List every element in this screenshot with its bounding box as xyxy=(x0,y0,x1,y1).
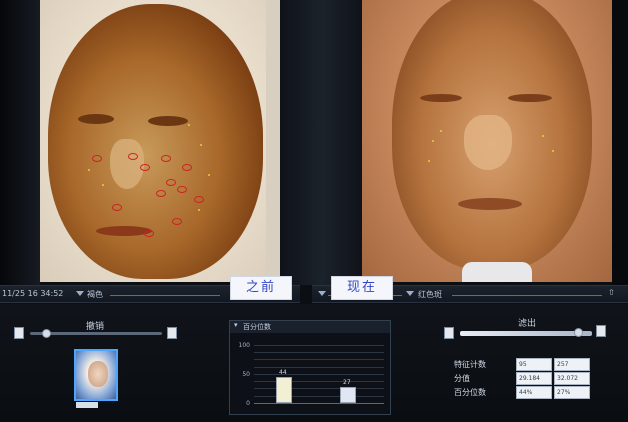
filter-slider-knob[interactable] xyxy=(574,328,583,337)
grid-line xyxy=(254,388,384,389)
upload-icon[interactable]: ⇧ xyxy=(608,288,615,297)
grid-line xyxy=(254,367,384,368)
left-eye xyxy=(420,94,462,102)
now-face-scan xyxy=(392,0,592,270)
nose xyxy=(464,115,512,170)
thumbnail-face xyxy=(88,361,108,387)
stats-value-before: 95 xyxy=(516,358,552,371)
pigment-speck xyxy=(188,124,190,126)
chart-collapse-icon[interactable]: ▾ xyxy=(234,321,238,329)
before-caption: 之前 xyxy=(230,276,292,300)
grid-line xyxy=(254,403,384,404)
grid-line xyxy=(254,396,384,397)
chart-bar xyxy=(340,387,356,403)
spot-marker xyxy=(112,204,122,211)
chart-bar-value-label: 44 xyxy=(279,369,287,376)
stats-row: 特征计数 95 257 xyxy=(448,358,594,371)
now-image-panel xyxy=(362,0,612,282)
pigment-speck xyxy=(432,140,434,142)
y-tick-label: 0 xyxy=(246,400,250,407)
mode-dropdown-arrow-icon[interactable] xyxy=(406,291,414,296)
stats-row: 分值 29.184 32.072 xyxy=(448,372,594,385)
grid-line xyxy=(254,345,384,346)
slider-end-icon[interactable] xyxy=(596,325,606,337)
pigment-speck xyxy=(208,174,210,176)
percentile-chart: ▾ 百分位数 100 50 0 44 27 xyxy=(229,320,391,415)
spot-marker xyxy=(161,155,171,162)
screen: 11/25 16 34:52 褐色 红色斑 ⇧ 之前 现在 撤销 ▾ 百分位数 … xyxy=(0,0,628,422)
stats-value-before: 29.184 xyxy=(516,372,552,385)
y-tick-label: 50 xyxy=(242,371,250,378)
mode-dropdown-arrow-icon[interactable] xyxy=(76,291,84,296)
pigment-speck xyxy=(200,144,202,146)
left-mode-select[interactable]: 褐色 xyxy=(87,289,103,300)
filter-slider-track[interactable] xyxy=(460,331,592,336)
y-tick-label: 100 xyxy=(238,342,250,349)
stats-row: 百分位数 44% 27% xyxy=(448,386,594,399)
now-caption: 现在 xyxy=(331,276,393,300)
pigment-speck xyxy=(198,209,200,211)
grid-line xyxy=(254,381,384,382)
stats-value-now: 32.072 xyxy=(554,372,590,385)
chart-bar xyxy=(276,377,292,403)
spot-marker xyxy=(194,196,204,203)
thumbnail-caption-bar xyxy=(76,402,98,408)
monitor-bezel-middle xyxy=(279,0,365,285)
pigment-speck xyxy=(102,184,104,186)
collapse-arrow-icon[interactable] xyxy=(318,291,326,296)
slider-end-icon[interactable] xyxy=(167,327,177,339)
filter-label: 滤出 xyxy=(518,319,537,329)
pigment-speck xyxy=(88,169,90,171)
stats-value-now: 27% xyxy=(554,386,590,399)
stats-label: 百分位数 xyxy=(454,388,486,397)
before-image-backdrop xyxy=(266,0,280,282)
chart-bar-value-label: 27 xyxy=(343,379,351,386)
pigment-speck xyxy=(428,160,430,162)
mouth xyxy=(458,198,522,210)
monitor-bezel-left xyxy=(0,0,40,285)
spot-marker xyxy=(182,164,192,171)
toolbar-divider xyxy=(110,295,220,296)
stats-value-before: 44% xyxy=(516,386,552,399)
grid-line xyxy=(254,352,384,353)
right-mode-select[interactable]: 红色斑 xyxy=(418,289,442,300)
spot-marker xyxy=(128,153,138,160)
headrest xyxy=(462,262,532,282)
opacity-slider-knob[interactable] xyxy=(42,329,51,338)
spot-marker xyxy=(166,179,176,186)
pigment-speck xyxy=(552,150,554,152)
spot-marker xyxy=(140,164,150,171)
left-eye xyxy=(78,114,114,124)
spot-marker xyxy=(144,230,154,237)
toolbar-divider xyxy=(452,295,602,296)
before-image-panel xyxy=(40,0,280,282)
capture-timestamp: 11/25 16 34:52 xyxy=(2,289,64,298)
spot-marker xyxy=(172,218,182,225)
pigment-speck xyxy=(542,135,544,137)
before-face-scan xyxy=(48,4,263,279)
slider-start-icon[interactable] xyxy=(444,327,454,339)
stats-value-now: 257 xyxy=(554,358,590,371)
monitor-bezel-right xyxy=(612,0,628,285)
nose xyxy=(110,139,144,189)
stats-label: 分值 xyxy=(454,374,470,383)
pigment-speck xyxy=(440,130,442,132)
slider-start-icon[interactable] xyxy=(14,327,24,339)
right-eye xyxy=(508,94,552,102)
stats-table: 特征计数 95 257 分值 29.184 32.072 百分位数 44% 27… xyxy=(448,358,594,400)
spot-marker xyxy=(156,190,166,197)
grid-line xyxy=(254,359,384,360)
stats-label: 特征计数 xyxy=(454,360,486,369)
spot-marker xyxy=(177,186,187,193)
spot-marker xyxy=(92,155,102,162)
face-thumbnail[interactable] xyxy=(74,349,118,401)
chart-title: 百分位数 xyxy=(243,323,271,331)
chart-header: ▾ 百分位数 xyxy=(230,321,390,333)
grid-line xyxy=(254,374,384,375)
right-eye xyxy=(148,116,188,126)
undo-label: 撤销 xyxy=(86,322,105,332)
